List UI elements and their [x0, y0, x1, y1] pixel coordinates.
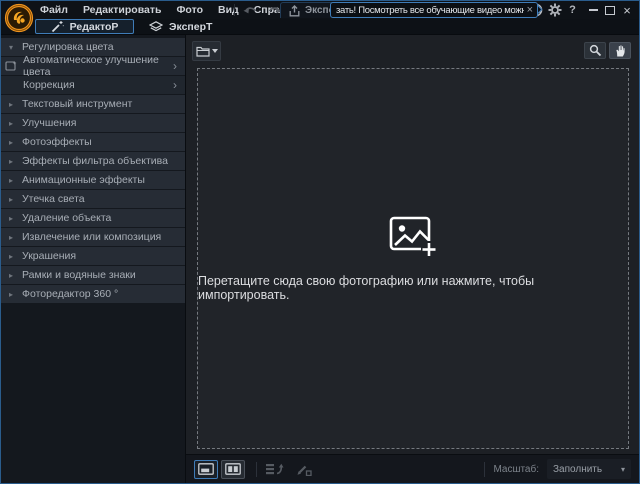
sidebar-section-extract-composite[interactable]: ▸ Извлечение или композиция	[1, 228, 185, 246]
tab-expert[interactable]: ЭксперТ	[139, 19, 222, 34]
tooltip-close-icon[interactable]: ×	[527, 4, 533, 16]
menu-item-edit[interactable]: Редактировать	[83, 4, 162, 16]
sidebar-section-decorations[interactable]: ▸ Украшения	[1, 247, 185, 265]
help-icon[interactable]: ?	[566, 4, 579, 16]
section-label: Удаление объекта	[22, 212, 111, 224]
app-logo-icon	[4, 3, 34, 33]
chevron-right-icon: ›	[173, 79, 177, 91]
item-label: Коррекция	[23, 79, 75, 91]
system-icons: ? ×	[529, 3, 634, 17]
main-area: Перетащите сюда свою фотографию или нажм…	[186, 35, 639, 483]
export-icon	[289, 5, 300, 17]
collapsed-arrow-icon: ▸	[9, 138, 22, 147]
collapsed-arrow-icon: ▸	[9, 271, 22, 280]
sidebar-section-text-tool[interactable]: ▸ Текстовый инструмент	[1, 95, 185, 113]
auto-enhance-icon	[5, 60, 17, 75]
section-label: Анимационные эффекты	[22, 174, 145, 186]
collapsed-arrow-icon: ▸	[9, 119, 22, 128]
expanded-arrow-icon: ▾	[9, 43, 22, 52]
photo-dropzone[interactable]: Перетащите сюда свою фотографию или нажм…	[198, 69, 628, 448]
sidebar-section-photo-effects[interactable]: ▸ Фотоэффекты	[1, 133, 185, 151]
zoom-tool-button[interactable]	[584, 42, 606, 59]
scale-dropdown[interactable]: Заполнить ▾	[547, 459, 631, 479]
collapsed-arrow-icon: ▸	[9, 252, 22, 261]
section-label: Извлечение или композиция	[22, 231, 161, 243]
collapsed-arrow-icon: ▸	[9, 290, 22, 299]
add-image-icon	[389, 216, 437, 258]
statusbar-separator	[484, 462, 485, 477]
split-view-icon	[225, 463, 241, 475]
split-view-button[interactable]	[221, 460, 245, 479]
collapsed-arrow-icon: ▸	[9, 214, 22, 223]
section-label: Эффекты фильтра объектива	[22, 155, 168, 167]
sidebar-item-auto-enhance[interactable]: Автоматическое улучшение цвета ›	[1, 57, 185, 75]
tutorial-tooltip: зать! Посмотреть все обучающие видео мож…	[330, 2, 538, 18]
sidebar: ▾ Регулировка цвета Автоматическое улучш…	[1, 35, 186, 483]
minimize-button[interactable]	[587, 9, 600, 11]
sidebar-section-lens-filter-effects[interactable]: ▸ Эффекты фильтра объектива	[1, 152, 185, 170]
edit-mask-button[interactable]	[296, 463, 312, 476]
maximize-button[interactable]	[603, 6, 617, 15]
sidebar-section-animation-effects[interactable]: ▸ Анимационные эффекты	[1, 171, 185, 189]
hand-icon	[614, 44, 626, 57]
statusbar-separator	[256, 462, 257, 477]
app-window: Файл Редактировать Фото Вид Справка	[0, 0, 640, 484]
sidebar-section-photo-editor-360[interactable]: ▸ Фоторедактор 360 °	[1, 285, 185, 303]
sidebar-item-correction[interactable]: Коррекция ›	[1, 76, 185, 94]
single-view-icon	[198, 463, 214, 475]
sidebar-section-frames-watermarks[interactable]: ▸ Рамки и водяные знаки	[1, 266, 185, 284]
tab-editor-label: РедактоР	[70, 21, 119, 33]
undo-icon	[243, 5, 258, 16]
collapsed-arrow-icon: ▸	[9, 176, 22, 185]
titlebar: Файл Редактировать Фото Вид Справка	[1, 1, 639, 19]
single-view-button[interactable]	[194, 460, 218, 479]
hand-tool-button[interactable]	[609, 42, 631, 59]
sidebar-section-light-leak[interactable]: ▸ Утечка света	[1, 190, 185, 208]
pen-icon	[296, 463, 312, 476]
section-label: Регулировка цвета	[22, 41, 114, 53]
dropdown-caret-icon	[212, 49, 218, 53]
close-window-icon[interactable]: ×	[620, 3, 634, 18]
dropzone-text: Перетащите сюда свою фотографию или нажм…	[198, 274, 628, 302]
magnifier-icon	[589, 44, 602, 57]
menu-item-photo[interactable]: Фото	[176, 4, 203, 16]
tab-editor[interactable]: РедактоР	[35, 19, 134, 34]
tab-expert-label: ЭксперТ	[169, 21, 212, 33]
folder-icon	[196, 46, 210, 57]
app-body: ▾ Регулировка цвета Автоматическое улучш…	[1, 35, 639, 483]
stack-arrow-icon	[265, 462, 284, 476]
history-states-button[interactable]	[265, 462, 284, 476]
section-label: Улучшения	[22, 117, 76, 129]
section-label: Фотоэффекты	[22, 136, 92, 148]
settings-gear-icon[interactable]	[547, 3, 562, 18]
open-file-button[interactable]	[192, 41, 221, 61]
sidebar-section-object-removal[interactable]: ▸ Удаление объекта	[1, 209, 185, 227]
section-label: Украшения	[22, 250, 76, 262]
dropdown-caret-icon: ▾	[621, 465, 625, 474]
item-label: Автоматическое улучшение цвета	[23, 54, 185, 78]
canvas: Перетащите сюда свою фотографию или нажм…	[197, 68, 629, 449]
menu-item-view[interactable]: Вид	[218, 4, 239, 16]
collapsed-arrow-icon: ▸	[9, 157, 22, 166]
statusbar: Масштаб: Заполнить ▾	[186, 454, 639, 483]
collapsed-arrow-icon: ▸	[9, 195, 22, 204]
chevron-right-icon: ›	[173, 60, 177, 72]
section-label: Фоторедактор 360 °	[22, 288, 118, 300]
tabbar: РедактоР ЭксперТ	[1, 19, 639, 35]
scale-label: Масштаб:	[493, 464, 539, 475]
layers-icon	[149, 21, 163, 33]
section-label: Рамки и водяные знаки	[22, 269, 136, 281]
sidebar-section-improvements[interactable]: ▸ Улучшения	[1, 114, 185, 132]
titlebar-separator	[234, 4, 235, 16]
menu-item-file[interactable]: Файл	[40, 4, 68, 16]
tooltip-text: зать! Посмотреть все обучающие видео мож…	[336, 5, 524, 16]
collapsed-arrow-icon: ▸	[9, 100, 22, 109]
section-label: Текстовый инструмент	[22, 98, 132, 110]
magic-wand-icon	[51, 20, 64, 33]
scale-value: Заполнить	[553, 464, 621, 475]
collapsed-arrow-icon: ▸	[9, 233, 22, 242]
history-controls	[241, 3, 283, 17]
section-label: Утечка света	[22, 193, 85, 205]
undo-button[interactable]	[241, 3, 259, 17]
